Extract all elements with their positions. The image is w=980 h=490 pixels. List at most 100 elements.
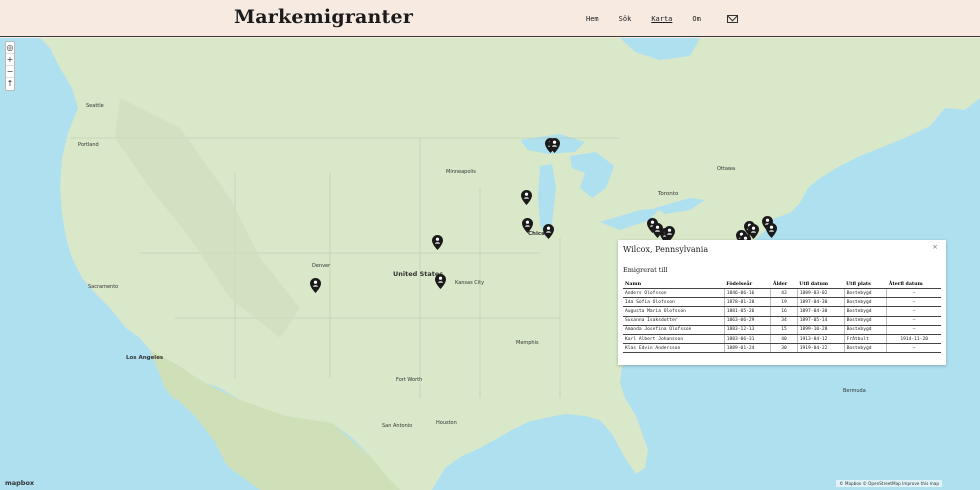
location-popup: Wilcox, Pennsylvania × Emigrerat till Na… <box>618 240 946 365</box>
table-cell: 34 <box>770 316 798 326</box>
col-birth: Födelseår <box>724 280 771 289</box>
site-title[interactable]: Markemigranter <box>234 6 413 28</box>
map-marker-icon[interactable] <box>766 223 777 238</box>
table-cell: 1889-01-24 <box>724 343 772 354</box>
place-label: San Antonio <box>382 423 413 429</box>
place-label: Houston <box>436 420 457 426</box>
map-marker-icon[interactable] <box>549 138 560 153</box>
table-cell: 40 <box>770 334 798 345</box>
map-attribution[interactable]: © Mapbox © OpenStreetMap Improve this ma… <box>836 480 942 487</box>
place-label: Minneapolis <box>446 169 476 175</box>
map[interactable]: United States Los Angeles Chicago Toront… <box>0 38 980 490</box>
table-cell: Bostebygd <box>844 343 888 354</box>
table-row[interactable]: Anders Olofsson 1846-06-16 43 1889-03-02 Bos… <box>623 288 941 299</box>
place-label: Kansas City <box>455 280 485 286</box>
table-cell: Klas Edvin Andersson <box>623 343 725 354</box>
table-cell: Anders Olofsson <box>623 288 725 299</box>
emigrant-table: Namn Födelseår Ålder Utfl datum Utfl pla… <box>623 280 941 354</box>
table-cell: 30 <box>770 343 798 354</box>
table-cell: 1881-05-26 <box>724 306 772 317</box>
map-marker-icon[interactable] <box>310 278 321 293</box>
place-label: Seattle <box>86 103 104 109</box>
zoom-in-button[interactable]: + <box>6 54 14 66</box>
header: Markemigranter Hem Sök Karta Om <box>0 0 980 37</box>
table-cell: 15 <box>770 325 798 335</box>
table-cell: – <box>886 343 941 354</box>
place-label: Fort Worth <box>396 377 423 383</box>
table-header-row: Namn Födelseår Ålder Utfl datum Utfl pla… <box>623 280 941 289</box>
table-cell: 1878-01-28 <box>724 297 772 308</box>
locate-icon[interactable]: ◎ <box>6 42 14 54</box>
table-cell: 1889-03-02 <box>797 288 845 299</box>
table-cell: Susanna Isaksdotter <box>623 316 725 326</box>
table-cell: – <box>886 325 941 335</box>
map-controls: ◎ + − ↑ <box>5 41 15 91</box>
table-cell: – <box>886 316 941 326</box>
place-label: Ottawa <box>717 166 736 172</box>
table-cell: 1914-11-20 <box>886 334 941 345</box>
map-marker-icon[interactable] <box>664 226 675 241</box>
table-cell: Bostebygd <box>844 316 888 326</box>
table-cell: Fråtbult <box>844 334 888 345</box>
table-cell: 1897-04-30 <box>797 306 845 317</box>
table-cell: Ida Sofia Olofsson <box>623 297 725 308</box>
col-return-date: Återfl datum <box>886 280 941 289</box>
place-label: Memphis <box>516 340 539 346</box>
table-row[interactable]: Karl Albert Johansson 1883-06-31 40 1913-04… <box>623 334 941 345</box>
place-label: Los Angeles <box>126 355 164 361</box>
table-cell: Bostebygd <box>844 297 888 308</box>
table-cell: – <box>886 297 941 308</box>
col-age: Ålder <box>770 280 798 289</box>
place-label: Portland <box>78 142 99 148</box>
compass-button[interactable]: ↑ <box>6 78 14 90</box>
popup-subtitle: Emigrerat till <box>623 266 668 274</box>
table-cell: 1883-12-13 <box>724 325 772 335</box>
col-emig-date: Utfl datum <box>797 280 845 289</box>
nav-karta[interactable]: Karta <box>651 15 672 23</box>
mail-icon[interactable] <box>726 15 738 23</box>
table-cell: Bostebygd <box>844 306 888 317</box>
nav-sok[interactable]: Sök <box>619 15 632 23</box>
table-cell: Amanda Josefina Olofsson <box>623 325 725 335</box>
table-cell: 16 <box>770 306 798 317</box>
table-row[interactable]: Amanda Josefina Olofsson 1883-12-13 15 1899… <box>623 325 941 335</box>
place-label: Toronto <box>658 191 679 197</box>
table-row[interactable]: Susanna Isaksdotter 1863-06-29 34 1897-05-1… <box>623 316 941 326</box>
map-marker-icon[interactable] <box>543 224 554 239</box>
table-cell: 1846-06-16 <box>724 288 772 299</box>
map-marker-icon[interactable] <box>521 190 532 205</box>
table-cell: 1919-04-22 <box>797 343 845 354</box>
table-cell: – <box>886 288 941 299</box>
place-label: Sacramento <box>88 284 119 290</box>
table-cell: 1897-04-30 <box>797 297 845 308</box>
map-marker-icon[interactable] <box>522 218 533 233</box>
col-emig-place: Utfl plats <box>844 280 887 289</box>
table-cell: 1897-05-14 <box>797 316 845 326</box>
place-label: Bermuda <box>843 388 866 394</box>
place-label: Denver <box>312 263 331 269</box>
table-cell: Augusta Maria Olofsson <box>623 306 725 317</box>
table-cell: 1863-06-29 <box>724 316 772 326</box>
close-icon[interactable]: × <box>932 243 938 251</box>
mapbox-logo[interactable]: mapbox <box>5 479 34 487</box>
col-name: Namn <box>623 280 725 289</box>
main-nav: Hem Sök Karta Om <box>586 12 738 26</box>
table-row[interactable]: Augusta Maria Olofsson 1881-05-26 16 1897-0… <box>623 306 941 317</box>
zoom-out-button[interactable]: − <box>6 66 14 78</box>
table-cell: Bostebygd <box>844 288 888 299</box>
table-cell: 43 <box>770 288 798 299</box>
nav-om[interactable]: Om <box>692 15 700 23</box>
table-row[interactable]: Klas Edvin Andersson 1889-01-24 30 1919-04-… <box>623 343 941 354</box>
table-cell: 1883-06-31 <box>724 334 772 345</box>
nav-hem[interactable]: Hem <box>586 15 599 23</box>
table-cell: Bostebygd <box>844 325 888 335</box>
table-row[interactable]: Ida Sofia Olofsson 1878-01-28 19 1897-04-30… <box>623 297 941 308</box>
map-marker-icon[interactable] <box>435 274 446 289</box>
table-cell: – <box>886 306 941 317</box>
table-cell: 19 <box>770 297 798 308</box>
popup-title: Wilcox, Pennsylvania <box>623 245 709 254</box>
table-cell: 1913-04-12 <box>797 334 845 345</box>
table-cell: Karl Albert Johansson <box>623 334 725 345</box>
map-marker-icon[interactable] <box>432 235 443 250</box>
table-cell: 1899-10-28 <box>797 325 845 335</box>
